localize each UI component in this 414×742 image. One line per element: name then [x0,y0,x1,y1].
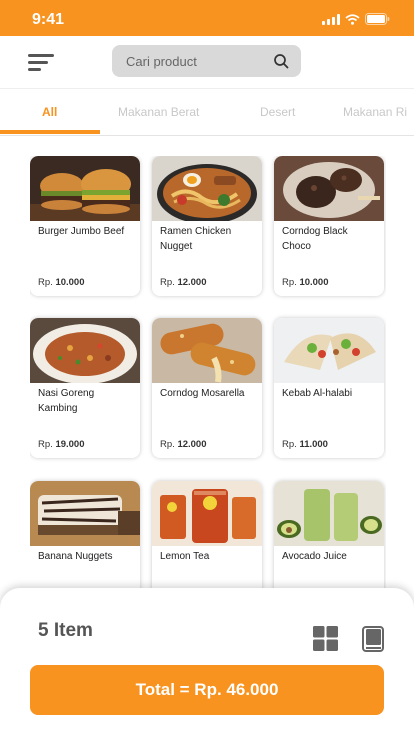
price-value: 11.000 [299,439,328,450]
signal-icon [322,13,340,25]
ramen-photo [152,156,262,221]
price-value: 10.000 [55,277,85,288]
fried-rice-photo [30,318,140,383]
status-bar: 9:41 [0,0,414,36]
total-checkout-button[interactable]: Total = Rp. 46.000 [30,665,384,715]
burger-photo [30,156,140,221]
product-card[interactable]: Nasi Goreng Kambing Rp. 19.000 [30,318,140,458]
product-name: Corndog Black Choco [282,226,348,252]
price-value: 12.000 [177,439,207,450]
product-price: Rp. 10.000 [38,277,85,288]
status-icons [322,13,390,25]
cart-summary-sheet: 5 Item Total = Rp. 46.000 [0,588,414,742]
product-name: Banana Nuggets [38,551,113,562]
product-price: Rp. 19.000 [38,439,85,450]
lemon-tea-photo [152,481,262,546]
corndog-photo [152,318,262,383]
price-value: 19.000 [55,439,85,450]
price-currency: Rp. [160,277,175,288]
grid-view-icon[interactable] [313,626,338,651]
category-tabs: All Makanan Berat Desert Makanan Ri [0,88,414,136]
tab-makanan-berat[interactable]: Makanan Berat [118,105,199,119]
product-name: Avocado Juice [282,551,347,562]
product-name: Burger Jumbo Beef [38,226,125,237]
search-bar [112,45,301,77]
hamburger-menu-icon[interactable] [28,54,56,72]
price-currency: Rp. [38,439,53,450]
top-bar [0,36,414,88]
product-card[interactable]: Kebab Al-halabi Rp. 11.000 [274,318,384,458]
product-name: Corndog Mosarella [160,388,245,399]
price-currency: Rp. [282,439,297,450]
product-price: Rp. 11.000 [282,439,328,450]
banana-nuggets-photo [30,481,140,546]
product-price: Rp. 12.000 [160,439,207,450]
kebab-photo [274,318,384,383]
active-tab-indicator [0,130,100,134]
product-card[interactable]: Ramen Chicken Nugget Rp. 12.000 [152,156,262,296]
book-icon[interactable] [362,626,384,652]
tab-makanan-ringan[interactable]: Makanan Ri [343,105,407,119]
product-name: Ramen Chicken Nugget [160,226,232,252]
product-price: Rp. 12.000 [160,277,207,288]
product-name: Kebab Al-halabi [282,388,353,399]
tab-desert[interactable]: Desert [260,105,295,119]
product-name: Lemon Tea [160,551,210,562]
wifi-icon [345,13,360,25]
cart-item-count: 5 Item [38,620,93,641]
price-currency: Rp. [38,277,53,288]
search-input[interactable] [126,45,266,77]
product-name: Nasi Goreng Kambing [38,388,95,414]
product-card[interactable]: Corndog Black Choco Rp. 10.000 [274,156,384,296]
price-currency: Rp. [160,439,175,450]
status-time: 9:41 [32,11,65,28]
avocado-juice-photo [274,481,384,546]
corndog-black-photo [274,156,384,221]
price-value: 12.000 [177,277,207,288]
product-price: Rp. 10.000 [282,277,329,288]
price-currency: Rp. [282,277,297,288]
tab-all[interactable]: All [42,105,57,119]
search-icon[interactable] [273,53,289,69]
battery-icon [365,13,390,25]
price-value: 10.000 [299,277,329,288]
product-card[interactable]: Corndog Mosarella Rp. 12.000 [152,318,262,458]
product-card[interactable]: Burger Jumbo Beef Rp. 10.000 [30,156,140,296]
